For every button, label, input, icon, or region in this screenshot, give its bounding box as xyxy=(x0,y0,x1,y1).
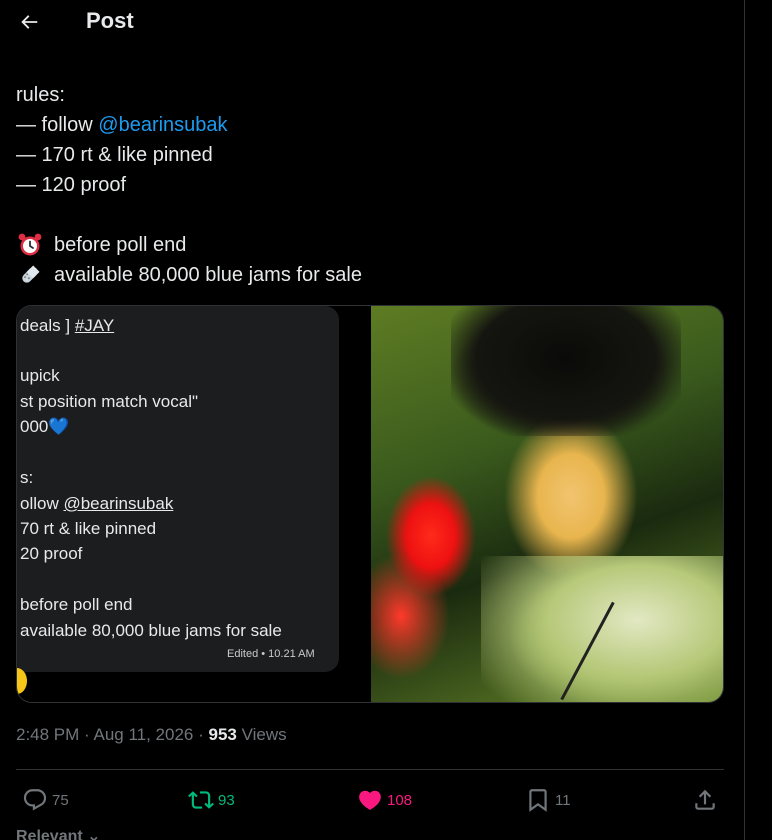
reply-button[interactable]: 75 xyxy=(22,784,69,816)
chat-bubble xyxy=(17,306,339,672)
action-bar: 75 93 108 11 xyxy=(0,784,744,816)
rule-proof: — 120 proof xyxy=(16,174,127,196)
reply-sort-dropdown[interactable]: Relevant ⌄ xyxy=(16,826,101,840)
chat-line: before poll end xyxy=(20,595,133,614)
reply-icon xyxy=(23,789,47,811)
post-date[interactable]: Aug 11, 2026 xyxy=(93,725,193,744)
pill-icon xyxy=(16,261,44,289)
like-count: 108 xyxy=(387,791,413,809)
like-button[interactable]: 108 xyxy=(357,784,412,816)
reply-count: 75 xyxy=(52,791,69,809)
mention-link[interactable]: @bearinsubak xyxy=(98,110,227,140)
post-header: Post xyxy=(0,0,744,46)
rule-follow-text: — follow xyxy=(16,114,93,136)
bookmark-button[interactable]: 11 xyxy=(525,784,571,816)
chat-screenshot-image[interactable]: deals ] #JAY upick st position match voc… xyxy=(17,306,371,702)
note-deadline-text: before poll end xyxy=(54,234,187,256)
page-title: Post xyxy=(86,8,134,33)
repost-button[interactable]: 93 xyxy=(188,784,235,816)
chat-line: upick xyxy=(20,366,60,385)
views-label: Views xyxy=(236,725,287,744)
column-divider xyxy=(744,0,745,840)
note-sale-text: available 80,000 blue jams for sale xyxy=(54,264,362,286)
alarm-clock-icon xyxy=(16,231,44,259)
share-button[interactable] xyxy=(692,784,718,816)
arrow-left-icon xyxy=(21,15,38,29)
rules-label: rules: xyxy=(16,84,65,106)
chat-line-text: deals ] xyxy=(20,316,75,335)
back-button[interactable] xyxy=(16,9,42,35)
chat-line: s: xyxy=(20,468,34,487)
chat-mention: @bearinsubak xyxy=(63,494,174,513)
post-meta: 2:48 PM · Aug 11, 2026 · 953 Views xyxy=(16,725,287,745)
chat-line: 000💙 xyxy=(20,417,70,436)
media-grid[interactable]: deals ] #JAY upick st position match voc… xyxy=(16,305,724,703)
chat-line: st position match vocal" xyxy=(20,392,199,411)
views-count: 953 xyxy=(208,725,237,744)
note-sale: available 80,000 blue jams for sale xyxy=(16,260,726,290)
chat-line: deals ] #JAY xyxy=(20,316,114,336)
chat-line: ollow @bearinsubak xyxy=(20,494,173,514)
repost-icon xyxy=(188,791,214,809)
post-time[interactable]: 2:48 PM xyxy=(16,725,79,744)
chat-edited-stamp: Edited • 10.21 AM xyxy=(227,648,315,660)
chat-line: 70 rt & like pinned xyxy=(20,519,157,538)
rule-retweet: — 170 rt & like pinned xyxy=(16,144,213,166)
chat-line-text: ollow xyxy=(20,494,64,513)
actions-divider xyxy=(16,769,724,770)
rule-follow: — follow @bearinsubak xyxy=(16,110,726,140)
meta-separator: · xyxy=(193,725,209,744)
note-deadline: before poll end xyxy=(16,230,726,260)
portrait-photo[interactable] xyxy=(371,306,723,702)
repost-count: 93 xyxy=(218,791,235,809)
photo-hair xyxy=(451,306,681,436)
share-icon xyxy=(695,789,715,810)
post-text: rules: — follow @bearinsubak — 170 rt & … xyxy=(16,80,726,290)
bookmark-count: 11 xyxy=(555,791,571,809)
chat-line: available 80,000 blue jams for sale xyxy=(20,621,282,640)
chevron-down-icon: ⌄ xyxy=(87,828,101,840)
chat-line: 20 proof xyxy=(20,544,83,563)
heart-icon xyxy=(359,790,381,810)
chat-hashtag: #JAY xyxy=(74,316,115,335)
bookmark-icon xyxy=(529,789,547,812)
sort-label: Relevant xyxy=(16,828,83,840)
meta-separator: · xyxy=(79,725,94,744)
photo-jacket xyxy=(481,556,723,702)
